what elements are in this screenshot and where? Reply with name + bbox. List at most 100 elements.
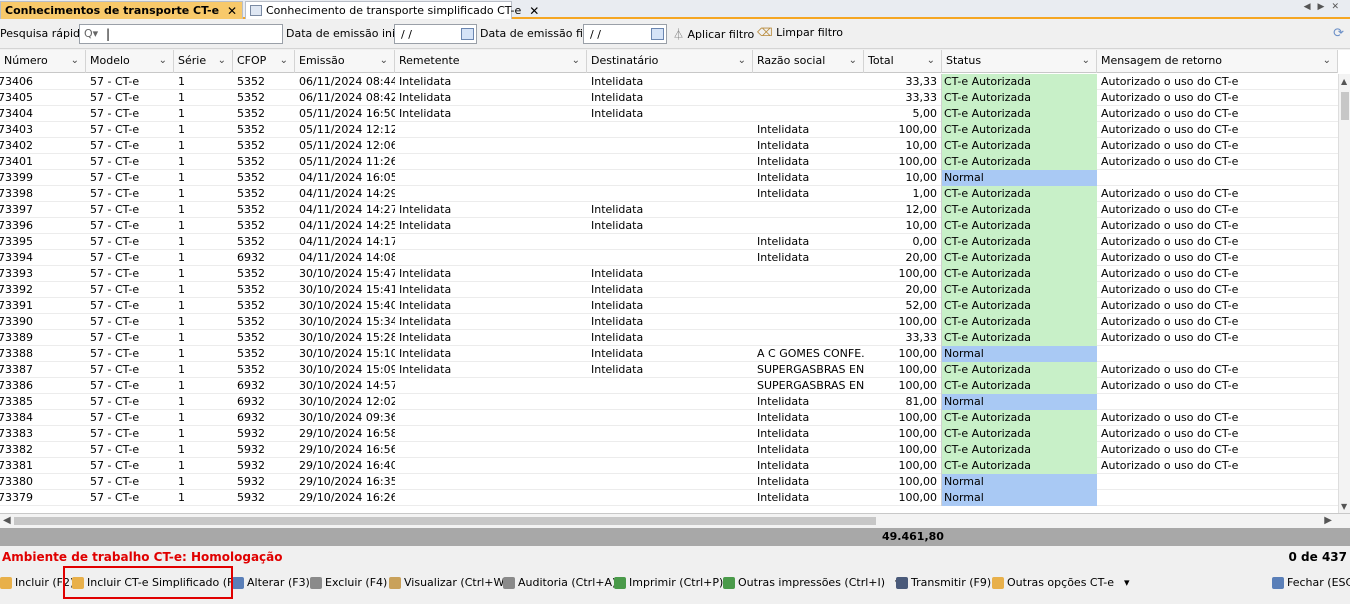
chevron-down-icon[interactable]: ⌄ [280, 50, 288, 72]
scroll-left-icon[interactable]: ◀ [3, 515, 11, 526]
record-count: 0 de 437 [1288, 550, 1347, 564]
cell-modelo: 57 - CT-e [90, 203, 140, 216]
chevron-down-icon[interactable]: ⌄ [218, 50, 226, 72]
chevron-down-icon[interactable]: ⌄ [927, 50, 935, 72]
table-row[interactable]: 73393 57 - CT-e 1 5352 30/10/2024 15:47 Intel… [0, 266, 1338, 282]
column-header-destinatario[interactable]: Destinatário ⌄ [587, 50, 753, 73]
table-row[interactable]: 73394 57 - CT-e 1 6932 04/11/2024 14:08 Intel… [0, 250, 1338, 266]
table-row[interactable]: 73384 57 - CT-e 1 6932 30/10/2024 09:36 Intel… [0, 410, 1338, 426]
start-date-field[interactable]: / / [394, 24, 477, 44]
chevron-down-icon[interactable]: ⌄ [572, 50, 580, 72]
cell-cfop: 5932 [237, 491, 265, 504]
dropdown-arrow-icon[interactable]: ▾ [1124, 576, 1130, 589]
table-row[interactable]: 73398 57 - CT-e 1 5352 04/11/2024 14:29 Intel… [0, 186, 1338, 202]
scroll-down-icon[interactable]: ▼ [1341, 502, 1347, 511]
action-label: Imprimir (Ctrl+P) [629, 576, 724, 589]
tab-cte-list[interactable]: Conhecimentos de transporte CT-e ✕ [0, 1, 243, 19]
scroll-right-icon[interactable]: ▶ [1324, 515, 1332, 526]
table-row[interactable]: 73381 57 - CT-e 1 5932 29/10/2024 16:40 Intel… [0, 458, 1338, 474]
chevron-down-icon[interactable]: ⌄ [849, 50, 857, 72]
table-row[interactable]: 73388 57 - CT-e 1 5352 30/10/2024 15:10 Intel… [0, 346, 1338, 362]
action-button-5[interactable]: Auditoria (Ctrl+A) [503, 576, 616, 589]
end-date-field[interactable]: / / [583, 24, 667, 44]
table-row[interactable]: 73404 57 - CT-e 1 5352 05/11/2024 16:50 Intel… [0, 106, 1338, 122]
cell-status: CT-e Autorizada [942, 458, 1097, 474]
column-header-mensagem[interactable]: Mensagem de retorno ⌄ [1097, 50, 1338, 73]
action-button-6[interactable]: Imprimir (Ctrl+P) [614, 576, 723, 589]
cell-serie: 1 [178, 91, 185, 104]
table-row[interactable]: 73386 57 - CT-e 1 6932 30/10/2024 14:57 SUPER… [0, 378, 1338, 394]
column-header-remetente[interactable]: Remetente ⌄ [395, 50, 587, 73]
table-row[interactable]: 73392 57 - CT-e 1 5352 30/10/2024 15:41 Intel… [0, 282, 1338, 298]
cell-razao-social: Intelidata [757, 235, 810, 248]
column-header-emissao[interactable]: Emissão ⌄ [295, 50, 395, 73]
action-button-8[interactable]: Transmitir (F9) [896, 576, 991, 589]
cell-emissao: 29/10/2024 16:56 [299, 443, 395, 456]
chevron-down-icon[interactable]: ⌄ [71, 50, 79, 72]
chevron-down-icon[interactable]: ⌄ [380, 50, 388, 72]
action-button-7[interactable]: Outras impressões (Ctrl+I) ▾ [723, 576, 901, 589]
tab-close-icon[interactable]: ✕ [529, 4, 539, 18]
cell-modelo: 57 - CT-e [90, 347, 140, 360]
refresh-icon[interactable]: ⟳ [1333, 26, 1344, 41]
table-row[interactable]: 73399 57 - CT-e 1 5352 04/11/2024 16:05 Intel… [0, 170, 1338, 186]
column-header-total[interactable]: Total ⌄ [864, 50, 942, 73]
cell-mensagem: Autorizado o uso do CT-e [1101, 283, 1239, 296]
table-row[interactable]: 73387 57 - CT-e 1 5352 30/10/2024 15:09 Intel… [0, 362, 1338, 378]
tab-close-icon[interactable]: ✕ [227, 4, 237, 18]
table-row[interactable]: 73406 57 - CT-e 1 5352 06/11/2024 08:44 Intel… [0, 74, 1338, 90]
column-header-status[interactable]: Status ⌄ [942, 50, 1097, 73]
cell-numero: 73393 [0, 267, 33, 280]
table-row[interactable]: 73401 57 - CT-e 1 5352 05/11/2024 11:26 Intel… [0, 154, 1338, 170]
clear-filter-button[interactable]: ⌫ Limpar filtro [757, 26, 843, 39]
chevron-down-icon[interactable]: ⌄ [738, 50, 746, 72]
tab-cte-simplified[interactable]: Conhecimento de transporte simplificado … [245, 1, 539, 19]
table-row[interactable]: 73379 57 - CT-e 1 5932 29/10/2024 16:26 Intel… [0, 490, 1338, 506]
search-icon[interactable]: Q▾ [84, 27, 98, 40]
calendar-icon[interactable] [461, 28, 474, 40]
table-row[interactable]: 73385 57 - CT-e 1 6932 30/10/2024 12:02 Intel… [0, 394, 1338, 410]
column-header-numero[interactable]: Número ⌄ [0, 50, 86, 73]
table-row[interactable]: 73389 57 - CT-e 1 5352 30/10/2024 15:28 Intel… [0, 330, 1338, 346]
chevron-down-icon[interactable]: ⌄ [1082, 50, 1090, 72]
table-row[interactable]: 73397 57 - CT-e 1 5352 04/11/2024 14:27 Intel… [0, 202, 1338, 218]
cell-total: 100,00 [866, 458, 942, 474]
table-row[interactable]: 73395 57 - CT-e 1 5352 04/11/2024 14:17 Intel… [0, 234, 1338, 250]
table-row[interactable]: 73396 57 - CT-e 1 5352 04/11/2024 14:25 Intel… [0, 218, 1338, 234]
tab-navigation-icon[interactable]: ◀▶✕ [1304, 2, 1346, 12]
table-row[interactable]: 73391 57 - CT-e 1 5352 30/10/2024 15:40 Intel… [0, 298, 1338, 314]
table-row[interactable]: 73383 57 - CT-e 1 5932 29/10/2024 16:58 Intel… [0, 426, 1338, 442]
table-row[interactable]: 73380 57 - CT-e 1 5932 29/10/2024 16:35 Intel… [0, 474, 1338, 490]
cell-status: CT-e Autorizada [942, 426, 1097, 442]
vertical-scroll-thumb[interactable] [1341, 92, 1349, 120]
vertical-scrollbar[interactable]: ▲ ▼ [1338, 74, 1350, 513]
horizontal-scrollbar[interactable]: ◀ ▶ [0, 514, 1350, 528]
cell-cfop: 5352 [237, 139, 265, 152]
table-row[interactable]: 73402 57 - CT-e 1 5352 05/11/2024 12:06 Intel… [0, 138, 1338, 154]
action-button-4[interactable]: Visualizar (Ctrl+W) [389, 576, 509, 589]
cell-numero: 73388 [0, 347, 33, 360]
scroll-up-icon[interactable]: ▲ [1341, 77, 1347, 86]
column-header-razao-social[interactable]: Razão social ⌄ [753, 50, 864, 73]
table-row[interactable]: 73382 57 - CT-e 1 5932 29/10/2024 16:56 Intel… [0, 442, 1338, 458]
environment-label: Ambiente de trabalho CT-e: Homologação [2, 550, 283, 564]
horizontal-scroll-thumb[interactable] [14, 517, 876, 525]
action-button-2[interactable]: Alterar (F3) [232, 576, 310, 589]
table-row[interactable]: 73403 57 - CT-e 1 5352 05/11/2024 12:12 Intel… [0, 122, 1338, 138]
table-row[interactable]: 73390 57 - CT-e 1 5352 30/10/2024 15:34 Intel… [0, 314, 1338, 330]
action-button-3[interactable]: Excluir (F4) [310, 576, 387, 589]
calendar-icon[interactable] [651, 28, 664, 40]
column-header-cfop[interactable]: CFOP ⌄ [233, 50, 295, 73]
action-button-10[interactable]: Fechar (ESC) [1272, 576, 1350, 589]
column-header-modelo[interactable]: Modelo ⌄ [86, 50, 174, 73]
chevron-down-icon[interactable]: ⌄ [1323, 50, 1331, 72]
cell-status: CT-e Autorizada [942, 314, 1097, 330]
chevron-down-icon[interactable]: ⌄ [159, 50, 167, 72]
action-button-9[interactable]: Outras opções CT-e ▾ [992, 576, 1130, 589]
cell-modelo: 57 - CT-e [90, 411, 140, 424]
table-row[interactable]: 73405 57 - CT-e 1 5352 06/11/2024 08:42 Intel… [0, 90, 1338, 106]
column-header-serie[interactable]: Série ⌄ [174, 50, 233, 73]
apply-filter-button[interactable]: ⏃ Aplicar filtro [673, 26, 754, 42]
cell-emissao: 30/10/2024 12:02 [299, 395, 395, 408]
quick-search-input[interactable]: Q▾ | [79, 24, 283, 44]
